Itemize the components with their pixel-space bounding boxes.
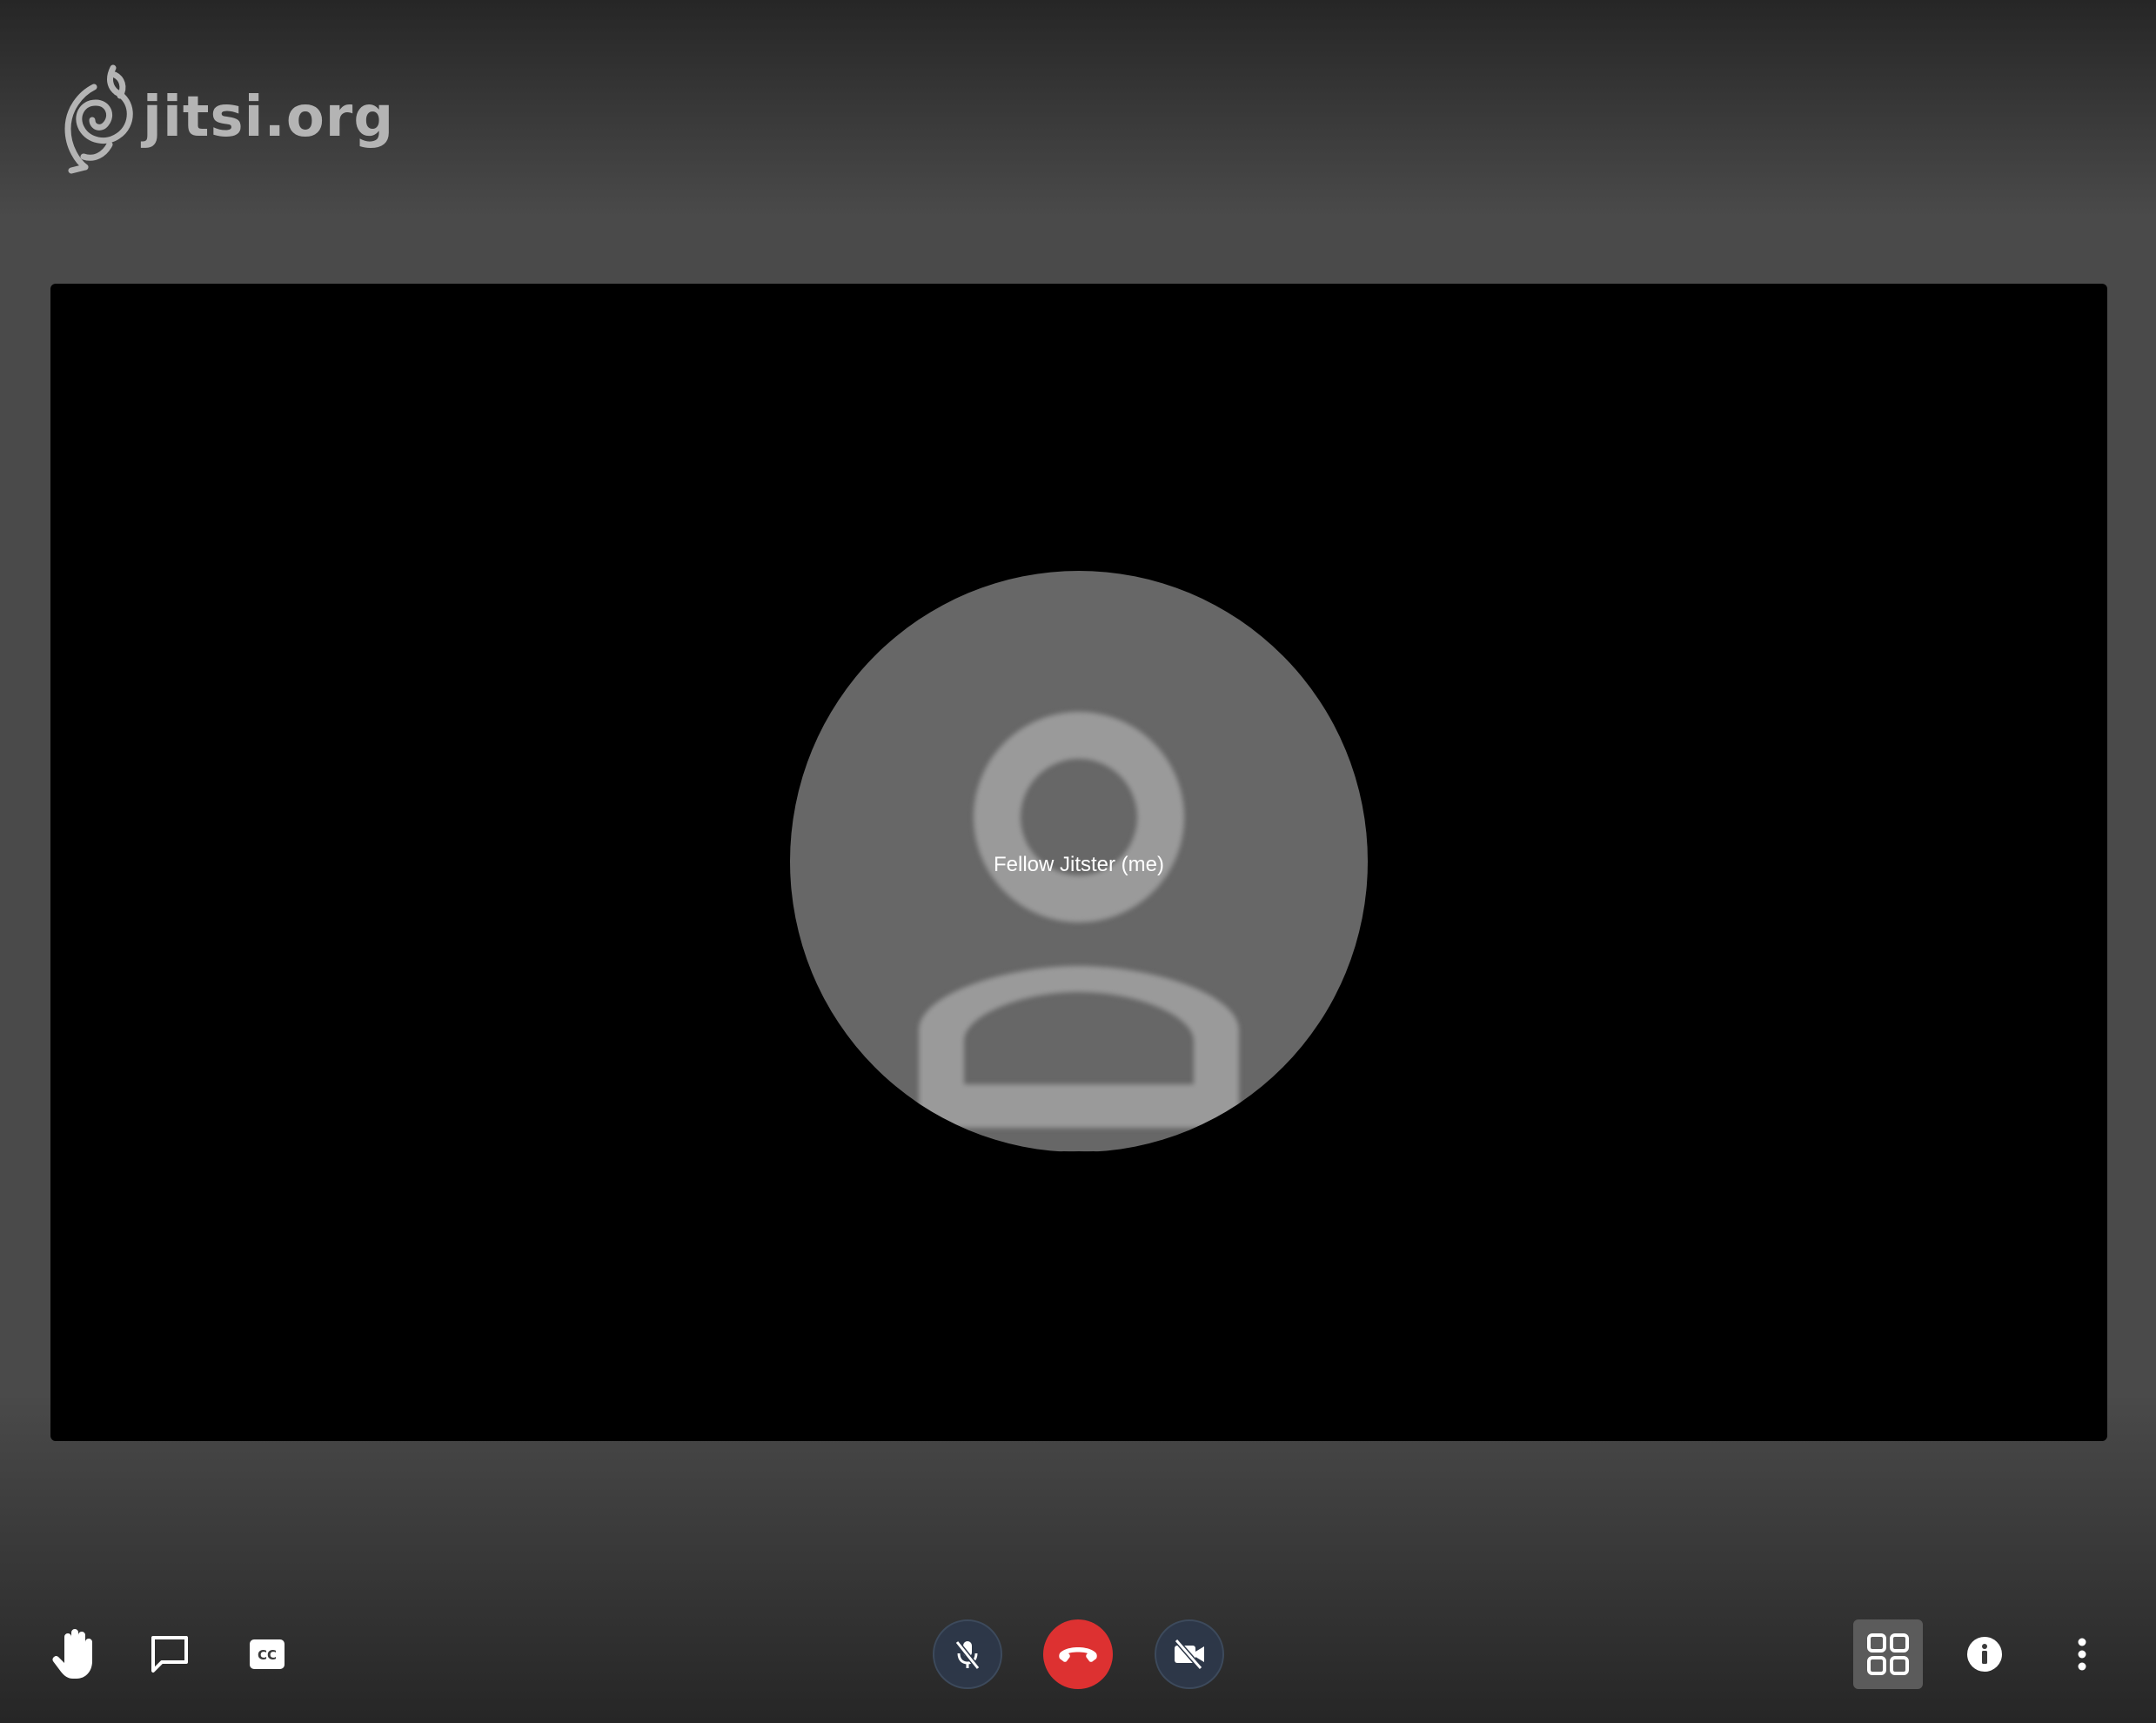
chat-icon — [151, 1636, 188, 1673]
raise-hand-button[interactable] — [44, 1624, 104, 1685]
jitsi-logo[interactable]: jitsi.org — [59, 61, 394, 174]
jitsi-logo-icon — [64, 64, 133, 174]
tile-view-icon — [1867, 1633, 1909, 1675]
logo-text: jitsi.org — [143, 85, 395, 150]
large-video-stage[interactable]: Fellow Jitster (me) — [50, 284, 2107, 1441]
microphone-button[interactable] — [933, 1619, 1002, 1689]
microphone-muted-icon — [954, 1640, 981, 1670]
toolbar: CC — [0, 1619, 2156, 1690]
svg-text:CC: CC — [258, 1647, 277, 1663]
info-icon — [1967, 1637, 2002, 1672]
chat-button[interactable] — [139, 1624, 200, 1685]
closed-captions-button[interactable]: CC — [237, 1624, 298, 1685]
participant-name: Fellow Jitster (me) — [993, 853, 1165, 876]
tile-view-button[interactable] — [1853, 1619, 1923, 1689]
closed-captions-icon: CC — [250, 1639, 285, 1669]
camera-off-icon — [1174, 1639, 1204, 1670]
camera-button[interactable] — [1155, 1619, 1224, 1689]
raise-hand-icon — [52, 1629, 92, 1679]
meeting-info-button[interactable] — [1954, 1624, 2015, 1685]
more-options-icon — [2078, 1638, 2086, 1671]
avatar-bottom-crop — [790, 1151, 1368, 1152]
hangup-button[interactable] — [1043, 1619, 1113, 1689]
hangup-icon — [1059, 1647, 1097, 1662]
more-options-button[interactable] — [2052, 1624, 2112, 1685]
